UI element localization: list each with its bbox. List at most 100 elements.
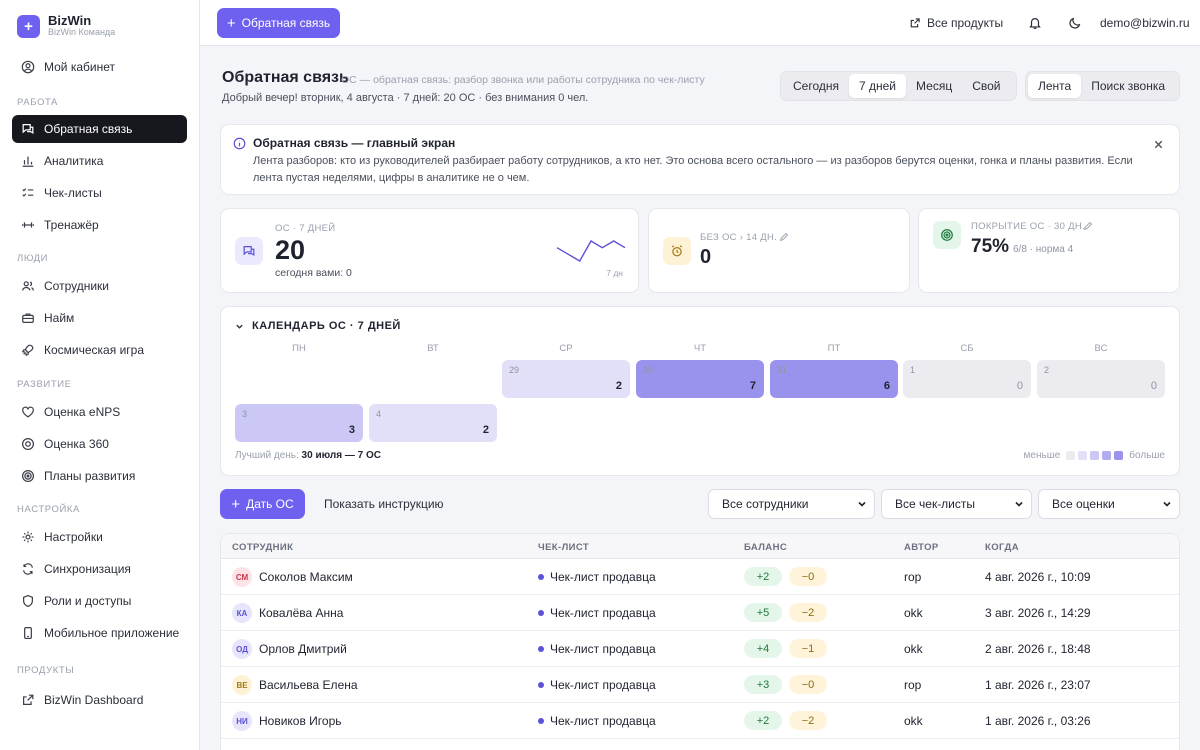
calendar-day-value: 2: [615, 380, 622, 392]
section-work: РАБОТА: [17, 97, 58, 108]
view-call-search[interactable]: Поиск звонка: [1081, 74, 1175, 98]
column-checklist[interactable]: ЧЕК-ЛИСТ: [538, 542, 589, 553]
period-month[interactable]: Месяц: [906, 74, 962, 98]
employee-name[interactable]: Соколов Максим: [259, 570, 353, 584]
calendar-day-value: 3: [348, 424, 355, 436]
legend-swatch: [1090, 451, 1100, 460]
sidebar-item-360[interactable]: Оценка 360: [12, 430, 187, 458]
sidebar-item-roles[interactable]: Роли и доступы: [12, 587, 187, 615]
calendar-day[interactable]: 31 6: [770, 360, 898, 398]
dow-thu: ЧТ: [693, 343, 707, 354]
column-balance[interactable]: БАЛАНС: [744, 542, 787, 553]
table-row[interactable]: КА Ковалёва Анна Чек-лист продавца +5 −2 okk 3…: [221, 595, 1179, 631]
show-instruction-link[interactable]: Показать инструкцию: [324, 497, 444, 511]
period-custom[interactable]: Свой: [962, 74, 1010, 98]
checklist-dot: [538, 574, 544, 580]
sidebar: + BizWin BizWin Команда Мой кабинет РАБО…: [0, 0, 200, 750]
brand[interactable]: + BizWin BizWin Команда: [0, 0, 199, 52]
calendar-title: КАЛЕНДАРЬ ОС · 7 ДНЕЙ: [252, 320, 401, 332]
checklists-filter[interactable]: Все чек-листы: [881, 489, 1032, 519]
balance-plus: +3: [744, 675, 782, 694]
sidebar-item-hiring[interactable]: Найм: [12, 304, 187, 332]
sidebar-item-label: Роли и доступы: [44, 594, 132, 608]
gear-icon: [21, 530, 35, 544]
scores-filter[interactable]: Все оценки: [1038, 489, 1180, 519]
column-author[interactable]: АВТОР: [904, 542, 939, 553]
employees-filter[interactable]: Все сотрудники: [708, 489, 875, 519]
pencil-icon[interactable]: [779, 232, 789, 242]
calendar-legend: меньше больше: [1024, 450, 1165, 461]
calendar-day[interactable]: 30 7: [636, 360, 764, 398]
moon-icon[interactable]: [1067, 15, 1083, 31]
info-banner: Обратная связь — главный экран Лента раз…: [220, 124, 1180, 195]
avatar: ВЕ: [232, 675, 252, 695]
sidebar-item-analytics[interactable]: Аналитика: [12, 147, 187, 175]
balance-plus: +2: [744, 711, 782, 730]
greeting: Добрый вечер! вторник, 4 августа · 7 дне…: [222, 92, 589, 104]
calendar-day[interactable]: 2 0: [1037, 360, 1165, 398]
avatar: СМ: [232, 567, 252, 587]
column-when[interactable]: КОГДА: [985, 542, 1019, 553]
view-feed[interactable]: Лента: [1028, 74, 1082, 98]
close-icon[interactable]: [1153, 139, 1164, 150]
calendar-day-number: 4: [376, 409, 382, 419]
sidebar-item-dashboard[interactable]: BizWin Dashboard: [12, 686, 187, 714]
table-row[interactable]: СМ Соколов Максим Чек-лист продавца +2 −0 rop…: [221, 559, 1179, 595]
sidebar-item-cabinet[interactable]: Мой кабинет: [12, 53, 187, 81]
calendar-day[interactable]: 3 3: [235, 404, 363, 442]
sidebar-item-feedback[interactable]: Обратная связь: [12, 115, 187, 143]
balance-plus: +4: [744, 639, 782, 658]
sidebar-item-checklists[interactable]: Чек-листы: [12, 179, 187, 207]
calendar-day[interactable]: 4 2: [369, 404, 497, 442]
sidebar-item-mobile[interactable]: Мобильное приложение: [12, 619, 187, 647]
sidebar-item-settings[interactable]: Настройки: [12, 523, 187, 551]
calendar-day-number: 2: [1044, 365, 1050, 375]
sidebar-item-employees[interactable]: Сотрудники: [12, 272, 187, 300]
chevron-down-icon: [1163, 501, 1171, 507]
employee-name[interactable]: Васильева Елена: [259, 678, 358, 692]
calendar-header[interactable]: КАЛЕНДАРЬ ОС · 7 ДНЕЙ: [235, 320, 401, 332]
legend-less: меньше: [1023, 450, 1061, 461]
heart-icon: [21, 405, 35, 419]
rocket-icon: [21, 343, 35, 357]
calendar-day-number: 3: [242, 409, 248, 419]
info-title: Обратная связь — главный экран: [253, 136, 456, 150]
scores-filter-value: Все оценки: [1052, 497, 1115, 511]
employee-name[interactable]: Орлов Дмитрий: [259, 642, 347, 656]
period-7days[interactable]: 7 дней: [849, 74, 907, 98]
calendar-day[interactable]: 1 0: [903, 360, 1031, 398]
briefcase-icon: [21, 311, 35, 325]
calendar-day-value: 0: [1016, 380, 1023, 392]
feedback-button-label: Обратная связь: [241, 16, 331, 30]
period-today[interactable]: Сегодня: [783, 74, 849, 98]
pencil-icon[interactable]: [1083, 221, 1093, 231]
calendar-day-number: 29: [509, 365, 520, 375]
kpi-card-coverage: ПОКРЫТИЕ ОС · 30 ДН. 75% 6/8 · норма 4: [918, 208, 1180, 293]
table-row[interactable]: НИ Новиков Игорь Чек-лист продавца +2 −2 okk 1…: [221, 703, 1179, 739]
user-circle-icon: [21, 60, 35, 74]
dumbbell-icon: [21, 218, 35, 232]
table-row[interactable]: ОД Орлов Дмитрий Чек-лист продавца +4 −1 okk 2…: [221, 631, 1179, 667]
kpi-sub: сегодня вами: 0: [275, 267, 352, 279]
column-employee[interactable]: СОТРУДНИК: [232, 542, 293, 553]
table-row[interactable]: ВЕ Васильева Елена Чек-лист продавца +3 −0 ro…: [221, 667, 1179, 703]
sidebar-item-label: Синхронизация: [44, 562, 131, 576]
legend-more: больше: [1129, 450, 1165, 461]
sidebar-item-space-game[interactable]: Космическая игра: [12, 336, 187, 364]
calendar-day[interactable]: 29 2: [502, 360, 630, 398]
calendar-day-value: 0: [1150, 380, 1157, 392]
user-email[interactable]: demo@bizwin.ru: [1100, 16, 1190, 30]
all-products-link[interactable]: Все продукты: [909, 16, 1003, 30]
sidebar-item-plans[interactable]: Планы развития: [12, 462, 187, 490]
bell-icon[interactable]: [1027, 15, 1043, 31]
employee-name[interactable]: Ковалёва Анна: [259, 606, 343, 620]
balance-plus: +2: [744, 567, 782, 586]
employee-name[interactable]: Новиков Игорь: [259, 714, 342, 728]
give-os-button[interactable]: + Дать ОС: [220, 489, 305, 519]
feedback-button[interactable]: + Обратная связь: [217, 8, 340, 38]
sidebar-item-trainer[interactable]: Тренажёр: [12, 211, 187, 239]
balance-minus: −0: [789, 567, 827, 586]
sidebar-item-sync[interactable]: Синхронизация: [12, 555, 187, 583]
brand-logo: +: [17, 14, 40, 38]
sidebar-item-enps[interactable]: Оценка eNPS: [12, 398, 187, 426]
